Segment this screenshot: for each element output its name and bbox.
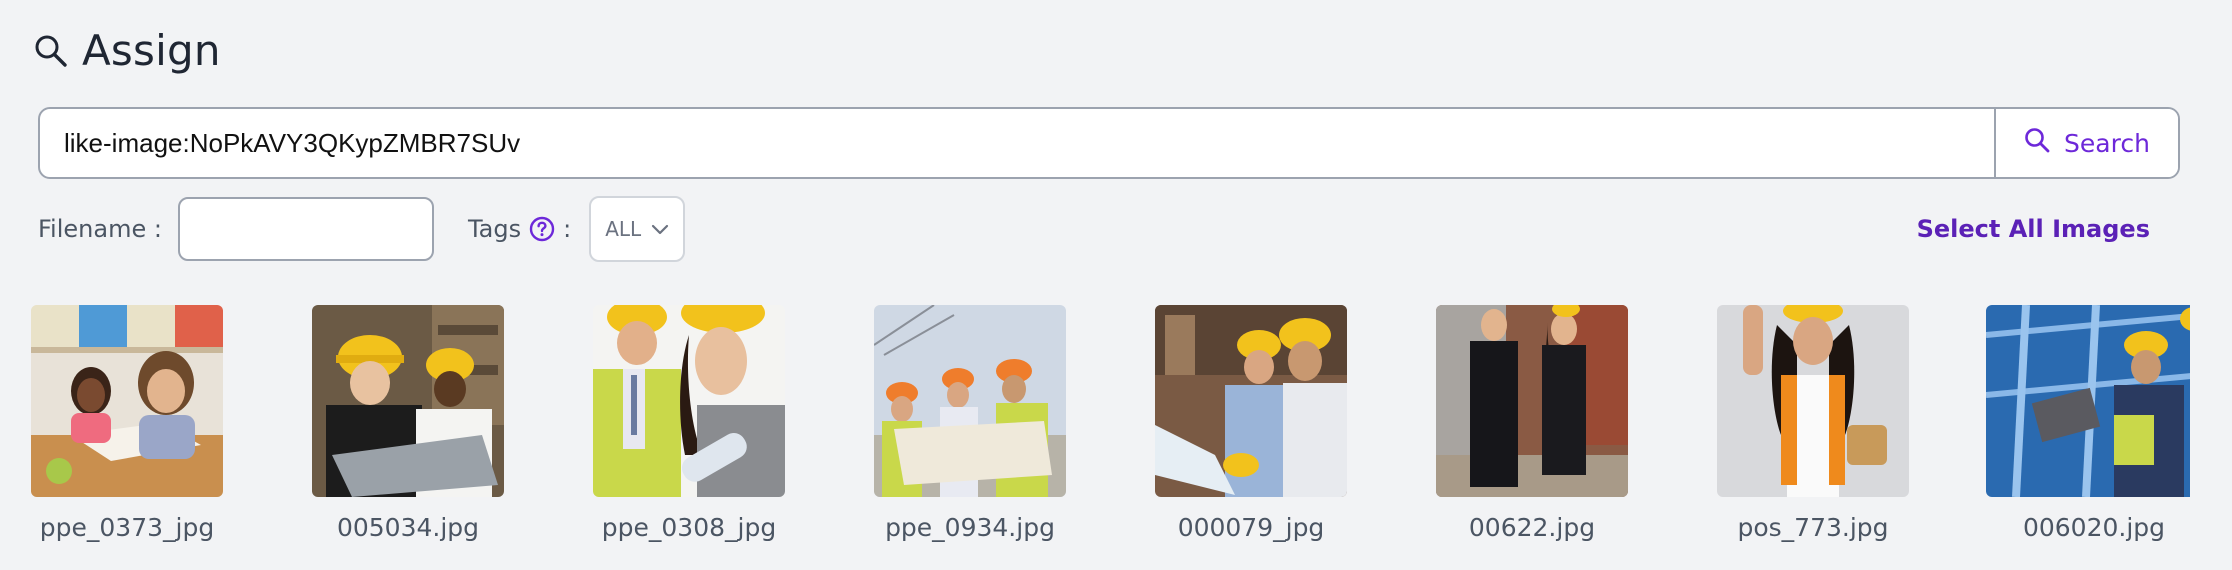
image-thumbnail[interactable] [1986,305,2190,497]
filename-label: Filename : [38,215,162,243]
filters-row: Filename : Tags : ALL Select All Images [38,196,2180,262]
image-thumbnail[interactable] [593,305,785,497]
tags-colon: : [563,215,572,243]
filename-input[interactable] [177,197,434,261]
assign-page: Assign Search Filename : Tags [0,0,2232,570]
image-tile[interactable]: ppe_0373_jpg [7,305,247,542]
image-filename: 000079_jpg [1177,513,1325,542]
search-button[interactable]: Search [1994,109,2178,177]
image-grid: ppe_0373_jpg 005034.jpg ppe_0308_jpg ppe… [0,305,2190,565]
page-title: Assign [82,26,221,75]
image-filename: pos_773.jpg [1737,513,1889,542]
image-tile[interactable]: ppe_0934.jpg [850,305,1090,542]
page-header: Assign [34,26,221,75]
image-thumbnail[interactable] [1436,305,1628,497]
image-filename: 006020.jpg [2022,513,2166,542]
search-icon [34,34,68,68]
image-tile[interactable]: 005034.jpg [288,305,528,542]
image-tile[interactable]: pos_773.jpg [1693,305,1933,542]
search-icon [2024,127,2050,159]
chevron-down-icon [651,217,669,241]
search-bar: Search [38,107,2180,179]
image-filename: ppe_0373_jpg [39,513,215,542]
search-button-label: Search [2064,128,2150,158]
image-thumbnail[interactable] [312,305,504,497]
image-tile[interactable]: ppe_0308_jpg [569,305,809,542]
image-thumbnail[interactable] [1717,305,1909,497]
image-filename: 005034.jpg [336,513,480,542]
question-circle-icon[interactable] [529,216,555,242]
image-tile[interactable]: 000079_jpg [1131,305,1371,542]
image-thumbnail[interactable] [31,305,223,497]
image-thumbnail[interactable] [874,305,1066,497]
select-all-images-link[interactable]: Select All Images [1917,215,2150,243]
search-input[interactable] [40,109,1994,177]
image-filename: ppe_0934.jpg [885,513,1055,542]
tags-label-group: Tags : [468,215,571,243]
image-thumbnail[interactable] [1155,305,1347,497]
tags-select[interactable]: ALL [589,196,686,262]
image-filename: 00622.jpg [1468,513,1596,542]
image-filename: ppe_0308_jpg [601,513,777,542]
image-tile[interactable]: 006020.jpg [1974,305,2190,542]
tags-selected-value: ALL [605,217,642,241]
tags-label: Tags [467,215,522,243]
image-tile[interactable]: 00622.jpg [1412,305,1652,542]
